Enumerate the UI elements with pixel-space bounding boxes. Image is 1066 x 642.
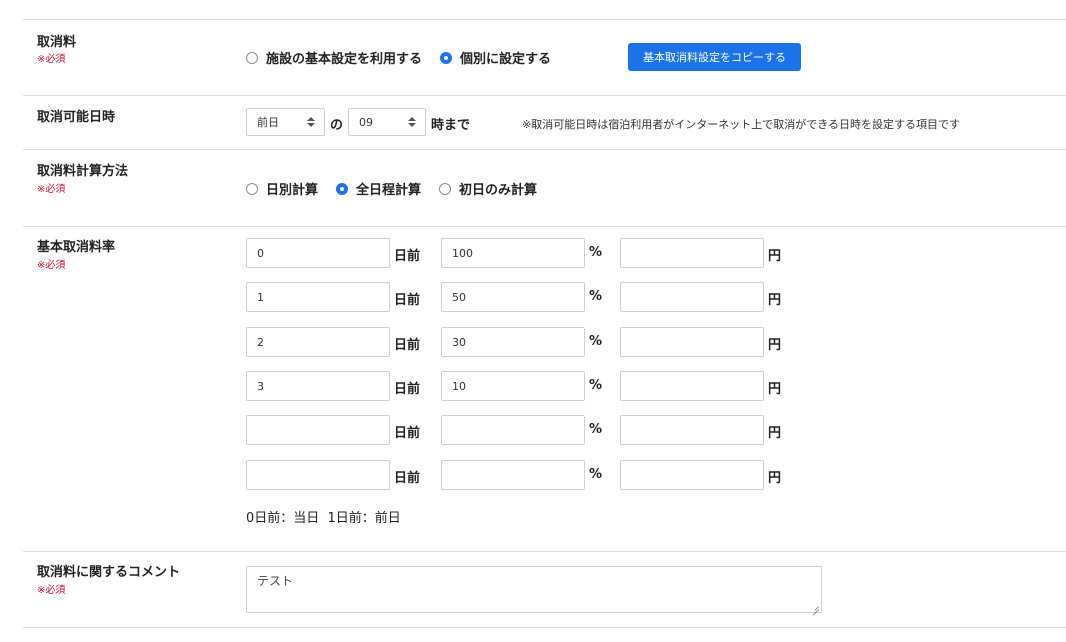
required-mark: ※必須 — [37, 260, 66, 271]
days-before-input[interactable]: 0 — [246, 238, 390, 268]
option-label: 施設の基本設定を利用する — [266, 52, 423, 67]
days-before-input[interactable]: 2 — [246, 327, 390, 357]
percent-unit: % — [589, 378, 603, 393]
days-before-input[interactable] — [246, 460, 390, 490]
yen-input[interactable] — [620, 282, 764, 312]
option-first-day-calc[interactable]: 初日のみ計算 — [439, 179, 537, 198]
days-unit: 日前 — [394, 338, 421, 353]
day-select[interactable]: 前日 — [246, 108, 325, 136]
percent-unit: % — [589, 422, 603, 437]
radio-unchecked-icon[interactable] — [439, 182, 452, 195]
yen-input[interactable] — [620, 238, 764, 268]
yen-input[interactable] — [620, 327, 764, 357]
divider — [23, 551, 1066, 552]
percent-input[interactable]: 10 — [441, 371, 585, 401]
radio-unchecked-icon[interactable] — [246, 182, 258, 195]
days-before-input[interactable]: 1 — [246, 282, 390, 312]
required-mark: ※必須 — [37, 184, 66, 195]
percent-input[interactable]: 100 — [441, 238, 585, 268]
copy-default-cancel-settings-button[interactable]: 基本取消料設定をコピーする — [628, 43, 801, 71]
days-before-input[interactable]: 3 — [246, 371, 390, 401]
option-daily-calc[interactable]: 日別計算 — [246, 179, 318, 198]
days-legend: 0日前：当日 1日前：前日 — [246, 511, 401, 526]
percent-unit: % — [589, 245, 603, 260]
select-arrows-icon — [408, 115, 416, 129]
deadline-note: ※取消可能日時は宿泊利用者がインターネット上で取消ができる日時を設定する項目です — [522, 118, 960, 131]
base-rate-label: 基本取消料率 — [37, 240, 116, 255]
required-mark: ※必須 — [37, 585, 66, 596]
option-label: 日別計算 — [266, 183, 319, 198]
percent-unit: % — [589, 467, 603, 482]
calc-method-options: 日別計算 全日程計算 初日のみ計算 — [246, 179, 555, 198]
yen-input[interactable] — [620, 415, 764, 445]
required-mark: ※必須 — [37, 54, 66, 65]
option-label: 全日程計算 — [356, 183, 422, 198]
option-label: 初日のみ計算 — [459, 183, 538, 198]
comment-label: 取消料に関するコメント — [37, 565, 181, 580]
comment-textarea[interactable]: テスト — [246, 566, 822, 613]
yen-unit: 円 — [768, 249, 782, 264]
yen-unit: 円 — [768, 382, 782, 397]
radio-checked-icon[interactable] — [336, 182, 349, 195]
option-full-stay-calc[interactable]: 全日程計算 — [336, 179, 421, 198]
yen-input[interactable] — [620, 371, 764, 401]
hour-select-value: 09 — [359, 115, 373, 129]
divider — [23, 627, 1066, 628]
percent-input[interactable] — [441, 460, 585, 490]
deadline-suffix: 時まで — [431, 118, 471, 133]
cancel-fee-options: 施設の基本設定を利用する 個別に設定する — [246, 48, 569, 67]
days-unit: 日前 — [394, 382, 421, 397]
percent-input[interactable]: 30 — [441, 327, 585, 357]
select-arrows-icon — [307, 115, 315, 129]
radio-checked-icon[interactable] — [440, 51, 453, 64]
day-select-value: 前日 — [257, 116, 279, 129]
percent-unit: % — [589, 289, 603, 304]
option-use-facility-default[interactable]: 施設の基本設定を利用する — [246, 48, 422, 67]
divider — [23, 149, 1066, 150]
divider — [23, 226, 1066, 227]
days-unit: 日前 — [394, 426, 421, 441]
comment-text: テスト — [257, 574, 294, 588]
cancel-deadline-label: 取消可能日時 — [37, 110, 116, 125]
option-label: 個別に設定する — [460, 52, 552, 67]
divider — [23, 19, 1066, 20]
yen-unit: 円 — [768, 293, 782, 308]
radio-unchecked-icon[interactable] — [246, 51, 258, 64]
yen-input[interactable] — [620, 460, 764, 490]
yen-unit: 円 — [768, 426, 782, 441]
yen-unit: 円 — [768, 338, 782, 353]
days-before-input[interactable] — [246, 415, 390, 445]
option-set-individually[interactable]: 個別に設定する — [440, 48, 551, 67]
days-unit: 日前 — [394, 249, 421, 264]
days-unit: 日前 — [394, 471, 421, 486]
calc-method-label: 取消料計算方法 — [37, 164, 129, 179]
connector-text: の — [330, 118, 344, 133]
percent-input[interactable] — [441, 415, 585, 445]
resize-handle-icon[interactable] — [811, 602, 819, 610]
cancel-fee-label: 取消料 — [37, 35, 77, 50]
hour-select[interactable]: 09 — [348, 108, 426, 136]
divider — [23, 95, 1066, 96]
yen-unit: 円 — [768, 471, 782, 486]
percent-unit: % — [589, 334, 603, 349]
days-unit: 日前 — [394, 293, 421, 308]
percent-input[interactable]: 50 — [441, 282, 585, 312]
